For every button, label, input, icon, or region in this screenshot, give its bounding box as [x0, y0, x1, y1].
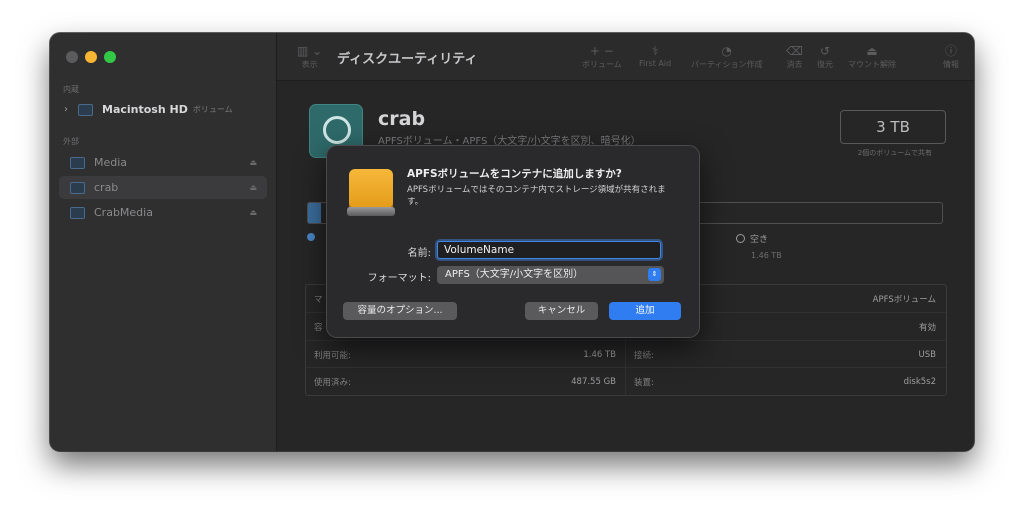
- external-volume-icon: [70, 206, 85, 219]
- minimize-window-button[interactable]: [85, 51, 97, 63]
- unmount-button[interactable]: ⏏ マウント解除: [848, 43, 896, 70]
- first-aid-button[interactable]: ⚕ First Aid: [639, 43, 671, 68]
- format-label: フォーマット:: [367, 273, 431, 284]
- toolbar-button-label: ボリューム: [582, 60, 622, 69]
- free-legend: 空き: [736, 232, 768, 245]
- external-volume-icon: [70, 181, 85, 194]
- info-row: 装置: disk5s2: [634, 376, 936, 388]
- sidebar-section-internal: 内蔵: [63, 85, 79, 94]
- add-volume-dialog: APFSボリュームをコンテナに追加しますか? APFSボリュームではそのコンテナ…: [326, 145, 700, 338]
- name-label: 名前:: [407, 248, 431, 259]
- toolbar-button-label: 情報: [943, 60, 959, 69]
- toolbar-button-label: マウント解除: [848, 60, 896, 69]
- zoom-window-button[interactable]: [104, 51, 116, 63]
- capacity-note: 2個のボリュームで共有: [857, 149, 932, 157]
- info-row: 接続: USB: [634, 349, 936, 361]
- view-button[interactable]: ▥ ⌄ 表示: [297, 43, 322, 70]
- add-button[interactable]: 追加: [609, 302, 681, 320]
- toolbar-button-label: 復元: [817, 60, 833, 69]
- stethoscope-icon: ⚕: [651, 44, 659, 58]
- toolbar-button-label: パーティション作成: [691, 60, 763, 69]
- volume-button[interactable]: + − ボリューム: [582, 43, 622, 70]
- format-select-value: APFS（大文字/小文字を区別）: [445, 269, 584, 280]
- free-legend-value: 1.46 TB: [751, 251, 782, 260]
- sidebar-item-sublabel: ボリューム: [192, 105, 233, 114]
- info-icon: ⓘ: [944, 44, 957, 58]
- format-select[interactable]: APFS（大文字/小文字を区別） ⇕: [437, 266, 664, 284]
- info-row: 利用可能: 1.46 TB: [314, 349, 616, 361]
- unmount-icon: ⏏: [866, 44, 878, 58]
- sidebar-toggle-icon: ▥ ⌄: [297, 44, 323, 58]
- plus-minus-icon: + −: [589, 44, 614, 58]
- free-legend-dot: [736, 234, 745, 243]
- free-legend-label: 空き: [750, 235, 769, 245]
- toolbar-button-label: First Aid: [639, 59, 672, 68]
- sidebar-section-external: 外部: [63, 137, 79, 146]
- cancel-button[interactable]: キャンセル: [525, 302, 598, 320]
- sidebar: 内蔵 › Macintosh HD ボリューム 外部 Media ⏏ crab …: [50, 33, 277, 451]
- used-legend-dot: [307, 233, 315, 241]
- sidebar-item-macintosh-hd[interactable]: › Macintosh HD ボリューム: [59, 98, 267, 121]
- eject-icon[interactable]: ⏏: [249, 158, 257, 167]
- info-button[interactable]: ⓘ 情報: [943, 43, 959, 70]
- toolbar: ▥ ⌄ 表示 ディスクユーティリティ + − ボリューム ⚕ First Aid…: [277, 33, 974, 81]
- sidebar-item-crab[interactable]: crab ⏏: [59, 176, 267, 199]
- disclosure-chevron-icon[interactable]: ›: [64, 104, 76, 115]
- dialog-title: APFSボリュームをコンテナに追加しますか?: [407, 168, 622, 180]
- size-options-button[interactable]: 容量のオプション...: [343, 302, 457, 320]
- capacity-box: 3 TB: [840, 110, 946, 144]
- external-drive-icon: [347, 165, 395, 217]
- volume-icon: [78, 103, 93, 116]
- sidebar-item-media[interactable]: Media ⏏: [59, 151, 267, 174]
- dialog-message: APFSボリュームではそのコンテナ内でストレージ領域が共有されます。: [407, 185, 666, 207]
- toolbar-button-label: 消去: [786, 60, 803, 69]
- sidebar-item-crabmedia[interactable]: CrabMedia ⏏: [59, 201, 267, 224]
- pie-icon: ◔: [721, 44, 732, 58]
- sidebar-item-label: crab: [94, 181, 119, 194]
- window-title: ディスクユーティリティ: [337, 52, 478, 67]
- view-button-label: 表示: [301, 60, 318, 69]
- info-row: 使用済み: 487.55 GB: [314, 376, 616, 388]
- volume-name-input[interactable]: [437, 241, 661, 259]
- storage-usage-fill: [308, 203, 321, 223]
- restore-button[interactable]: ↺ 復元: [817, 43, 833, 70]
- up-down-chevron-icon: ⇕: [648, 268, 661, 281]
- partition-button[interactable]: ◔ パーティション作成: [691, 43, 763, 70]
- restore-icon: ↺: [819, 44, 831, 58]
- sidebar-item-label: Macintosh HD: [102, 103, 188, 116]
- erase-icon: ⌫: [786, 44, 803, 58]
- close-window-button[interactable]: [66, 51, 78, 63]
- sidebar-item-label: CrabMedia: [94, 206, 153, 219]
- volume-name: crab: [378, 108, 426, 130]
- eject-icon[interactable]: ⏏: [249, 208, 257, 217]
- erase-button[interactable]: ⌫ 消去: [786, 43, 803, 70]
- external-volume-icon: [70, 156, 85, 169]
- eject-icon[interactable]: ⏏: [249, 183, 257, 192]
- sidebar-item-label: Media: [94, 156, 128, 169]
